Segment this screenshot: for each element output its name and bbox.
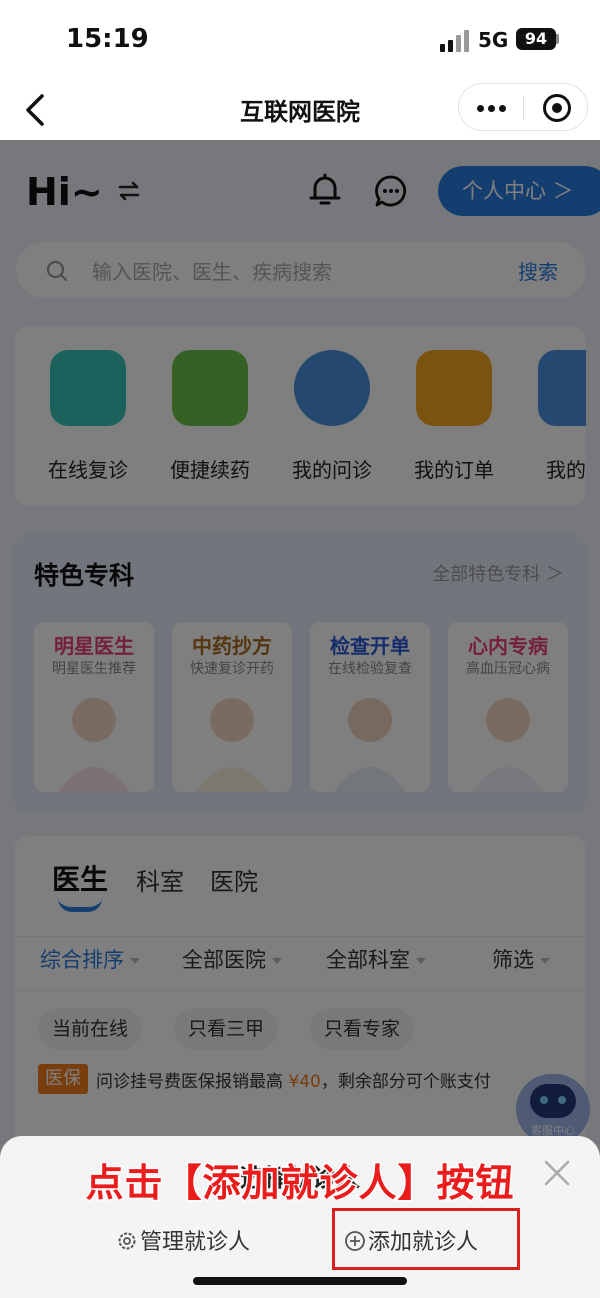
close-target-icon[interactable]	[543, 94, 571, 122]
gear-icon	[118, 1232, 136, 1250]
miniprogram-capsule	[458, 83, 588, 131]
battery-cap	[556, 34, 559, 44]
more-dots-icon[interactable]	[459, 84, 523, 130]
manage-patients-label: 管理就诊人	[140, 1230, 251, 1255]
network-type: 5G	[478, 28, 509, 52]
battery-icon: 94	[516, 28, 556, 50]
status-time: 15:19	[66, 24, 149, 54]
patient-selector-sheet: 选择就诊人 点击【添加就诊人】按钮 管理就诊人 添加就诊人	[0, 1136, 600, 1298]
signal-icon	[440, 30, 470, 52]
status-bar: 15:19 5G 94	[0, 0, 600, 80]
nav-bar: 互联网医院	[0, 80, 600, 140]
manage-patients-button[interactable]: 管理就诊人	[116, 1224, 251, 1255]
capsule-divider	[523, 96, 524, 120]
tutorial-annotation: 点击【添加就诊人】按钮	[84, 1160, 515, 1207]
highlight-box	[332, 1208, 520, 1270]
modal-overlay[interactable]	[0, 140, 600, 1298]
home-indicator	[193, 1277, 407, 1285]
